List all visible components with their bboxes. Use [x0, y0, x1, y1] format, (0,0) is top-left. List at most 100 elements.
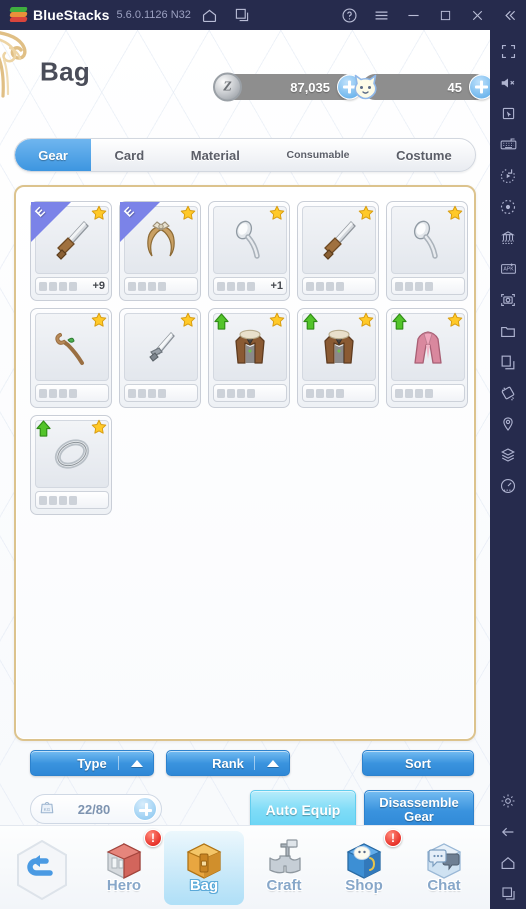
multi-instance-icon[interactable] — [229, 2, 255, 28]
item-slot[interactable] — [297, 308, 379, 408]
svg-text:KG: KG — [44, 807, 51, 812]
fur-coat-icon — [235, 329, 265, 364]
nav-item-bag[interactable]: Bag — [164, 831, 244, 905]
favorite-star-icon[interactable] — [447, 312, 463, 328]
favorite-star-icon[interactable] — [447, 205, 463, 221]
layers-icon[interactable] — [493, 439, 523, 470]
tab-card[interactable]: Card — [91, 139, 167, 171]
gold-currency[interactable]: Z 87,035 — [213, 72, 362, 102]
mute-icon[interactable] — [493, 67, 523, 98]
expand-capacity-button[interactable] — [133, 797, 157, 821]
bluestacks-window: BlueStacks 5.6.0.1126 N32 APK Bag Z 87,0… — [0, 0, 526, 909]
fur-coat-icon — [324, 329, 354, 364]
location-icon[interactable] — [493, 408, 523, 439]
cursor-icon[interactable] — [493, 98, 523, 129]
item-slot[interactable] — [30, 308, 112, 408]
item-footer — [35, 384, 109, 402]
item-footer — [124, 277, 198, 295]
item-slot[interactable] — [386, 308, 468, 408]
menu-icon[interactable] — [368, 2, 394, 28]
rarity-pips — [306, 281, 344, 291]
divider — [254, 756, 255, 770]
tab-consumable[interactable]: Consumable — [263, 139, 373, 171]
spoon-icon — [413, 220, 438, 259]
add-gem-button[interactable] — [469, 74, 490, 100]
game-header: Bag Z 87,035 45 — [0, 30, 490, 102]
home-icon[interactable] — [197, 2, 223, 28]
rarity-pips — [395, 281, 433, 291]
favorite-star-icon[interactable] — [269, 205, 285, 221]
copy-paste-icon[interactable] — [493, 346, 523, 377]
dagger-icon — [149, 332, 175, 362]
favorite-star-icon[interactable] — [180, 205, 196, 221]
item-slot[interactable]: E +9 — [30, 201, 112, 301]
zeny-coin-icon: Z — [213, 72, 242, 102]
enhance-level: +1 — [270, 280, 283, 292]
performance-icon[interactable] — [493, 470, 523, 501]
rank-filter-button[interactable]: Rank — [166, 750, 290, 776]
android-recents-icon[interactable] — [493, 878, 523, 909]
install-apk-icon[interactable]: APK — [493, 253, 523, 284]
media-folder-icon[interactable] — [493, 315, 523, 346]
favorite-star-icon[interactable] — [180, 312, 196, 328]
tab-material[interactable]: Material — [167, 139, 263, 171]
fullscreen-icon[interactable] — [493, 36, 523, 67]
android-home-icon[interactable] — [493, 847, 523, 878]
gem-currency[interactable]: 45 — [354, 74, 490, 100]
favorite-star-icon[interactable] — [91, 419, 107, 435]
help-icon[interactable] — [336, 2, 362, 28]
item-slot[interactable] — [297, 201, 379, 301]
item-slot[interactable] — [119, 308, 201, 408]
favorite-star-icon[interactable] — [91, 205, 107, 221]
multi-instance-manager-icon[interactable] — [493, 222, 523, 253]
maximize-icon[interactable] — [432, 2, 458, 28]
craft-icon — [258, 835, 310, 881]
upgrade-arrow-icon — [392, 313, 407, 330]
notification-badge: ! — [384, 829, 402, 847]
minimize-icon[interactable] — [400, 2, 426, 28]
collapse-sidebar-icon[interactable] — [496, 2, 522, 28]
record-icon[interactable] — [493, 191, 523, 222]
android-back-icon[interactable] — [493, 816, 523, 847]
sort-button[interactable]: Sort — [362, 750, 474, 776]
rarity-pips — [306, 388, 344, 398]
app-name: BlueStacks — [33, 7, 110, 23]
settings-gear-icon[interactable] — [493, 785, 523, 816]
rarity-pips — [128, 281, 166, 291]
item-footer: +9 — [35, 277, 109, 295]
back-button[interactable] — [0, 831, 84, 901]
nav-item-shop[interactable]: Shop ! — [324, 829, 404, 905]
rotate-icon[interactable] — [493, 377, 523, 408]
nav-item-craft[interactable]: Craft — [244, 831, 324, 905]
category-tabs: Gear Card Material Consumable Costume — [14, 138, 476, 172]
item-slot[interactable] — [208, 308, 290, 408]
auto-equip-button[interactable]: Auto Equip — [250, 790, 356, 830]
favorite-star-icon[interactable] — [358, 205, 374, 221]
item-slot[interactable]: +1 — [208, 201, 290, 301]
sort-label: Sort — [405, 755, 431, 771]
nav-item-chat[interactable]: Chat — [404, 831, 484, 905]
bag-icon — [178, 835, 230, 881]
rarity-pips — [217, 388, 255, 398]
nav-item-hero[interactable]: Hero ! — [84, 829, 164, 905]
gold-value: 87,035 — [290, 79, 330, 95]
notification-badge: ! — [144, 829, 162, 847]
tab-costume[interactable]: Costume — [373, 139, 475, 171]
rank-filter-label: Rank — [212, 755, 244, 771]
favorite-star-icon[interactable] — [91, 312, 107, 328]
item-slot[interactable] — [30, 415, 112, 515]
item-slot[interactable]: E — [119, 201, 201, 301]
favorite-star-icon[interactable] — [269, 312, 285, 328]
close-icon[interactable] — [464, 2, 490, 28]
item-slot[interactable] — [386, 201, 468, 301]
favorite-star-icon[interactable] — [358, 312, 374, 328]
item-slot-grid: E +9 E +1 — [30, 201, 474, 515]
wooden-staff-icon — [55, 333, 84, 365]
type-filter-button[interactable]: Type — [30, 750, 154, 776]
disassemble-gear-button[interactable]: Disassemble Gear — [364, 790, 474, 830]
tab-gear[interactable]: Gear — [15, 139, 92, 171]
macro-play-icon[interactable] — [493, 160, 523, 191]
keyboard-controls-icon[interactable] — [493, 129, 523, 160]
app-version: 5.6.0.1126 N32 — [116, 9, 191, 21]
screenshot-icon[interactable] — [493, 284, 523, 315]
